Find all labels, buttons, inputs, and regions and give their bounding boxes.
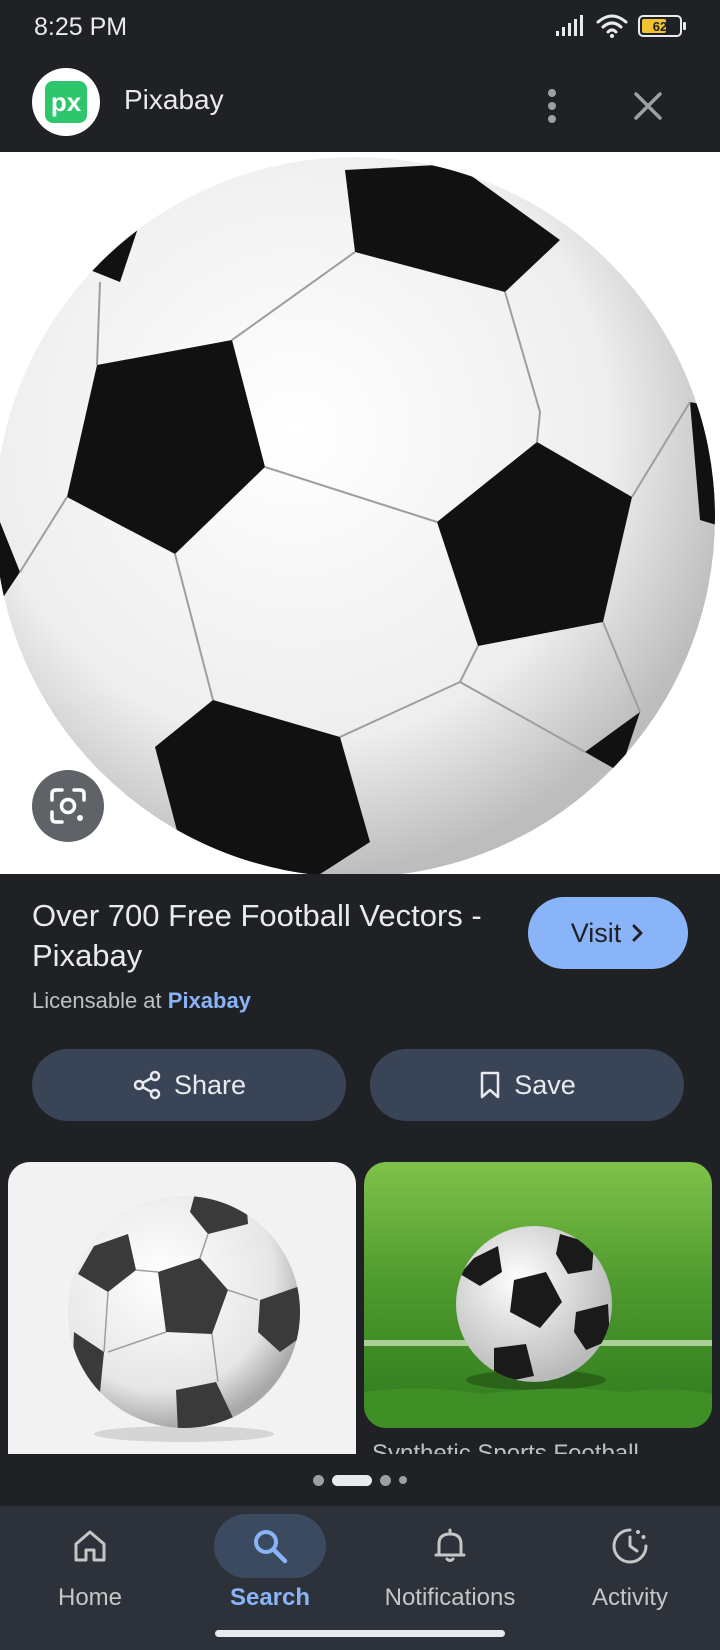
lens-button[interactable] <box>32 770 104 842</box>
more-vert-icon <box>548 89 556 123</box>
bell-icon <box>434 1528 466 1562</box>
signal-icon <box>556 15 583 36</box>
lens-icon <box>50 788 86 824</box>
site-logo[interactable]: px <box>32 68 100 136</box>
nav-search-icon-wrap <box>214 1514 326 1578</box>
nav-activity[interactable]: Activity <box>540 1506 720 1626</box>
search-icon <box>254 1530 288 1564</box>
image-viewer-header: px Pixabay <box>0 56 720 152</box>
more-options-button[interactable] <box>530 78 574 134</box>
bottom-navigation: Home Search Notifications Activity <box>0 1506 720 1650</box>
visit-label: Visit <box>570 917 622 948</box>
nav-home-label: Home <box>57 1584 123 1611</box>
close-icon <box>634 92 662 120</box>
nav-activity-icon-wrap <box>574 1514 686 1578</box>
soccer-ball-image <box>0 157 715 874</box>
site-logo-mark: px <box>45 81 87 123</box>
home-icon <box>74 1530 106 1562</box>
status-bar: 8:25 PM 62 <box>0 0 720 56</box>
page-dot <box>313 1474 324 1486</box>
main-image[interactable] <box>0 152 720 874</box>
related-result-card[interactable]: Synthetic Sports Football <box>364 1162 712 1454</box>
nav-search[interactable]: Search <box>180 1506 360 1626</box>
page-dot <box>399 1476 407 1484</box>
share-button[interactable]: Share <box>32 1049 346 1121</box>
activity-icon <box>612 1528 648 1564</box>
site-name[interactable]: Pixabay <box>124 84 224 116</box>
nav-notifications[interactable]: Notifications <box>360 1506 540 1626</box>
visit-button[interactable]: Visit <box>528 897 688 969</box>
save-label: Save <box>514 1069 576 1100</box>
save-button[interactable]: Save <box>370 1049 684 1121</box>
nav-search-label: Search <box>229 1584 311 1611</box>
status-icons: 62 <box>554 14 686 38</box>
related-soccer-ball-image <box>68 1196 300 1442</box>
share-label: Share <box>173 1069 247 1100</box>
gesture-bar[interactable] <box>215 1630 505 1637</box>
nav-notifications-label: Notifications <box>384 1584 516 1611</box>
chevron-right-icon <box>632 924 643 942</box>
share-icon <box>133 1070 161 1100</box>
close-button[interactable] <box>622 78 674 134</box>
license-source-link[interactable]: Pixabay <box>168 988 251 1013</box>
related-result-card[interactable] <box>8 1162 356 1454</box>
related-image-frame <box>364 1162 712 1428</box>
battery-level: 62 <box>652 18 668 34</box>
battery-icon: 62 <box>638 15 686 37</box>
page-dot-active <box>332 1474 372 1486</box>
license-prefix: Licensable at <box>32 988 162 1013</box>
related-caption: Synthetic Sports Football <box>372 1440 639 1454</box>
soccer-ball-on-grass-image <box>364 1162 712 1428</box>
bookmark-icon <box>480 1071 500 1099</box>
nav-activity-label: Activity <box>591 1584 668 1611</box>
nav-home[interactable]: Home <box>0 1506 180 1626</box>
result-title[interactable]: Over 700 Free Football Vectors - Pixabay <box>32 896 512 976</box>
carousel-indicator <box>0 1472 720 1488</box>
wifi-icon <box>596 14 628 38</box>
status-time: 8:25 PM <box>34 13 128 41</box>
license-line: Licensable at Pixabay <box>32 988 251 1014</box>
nav-home-icon-wrap <box>34 1514 146 1578</box>
page-dot <box>380 1474 391 1486</box>
nav-notifications-icon-wrap <box>394 1514 506 1578</box>
